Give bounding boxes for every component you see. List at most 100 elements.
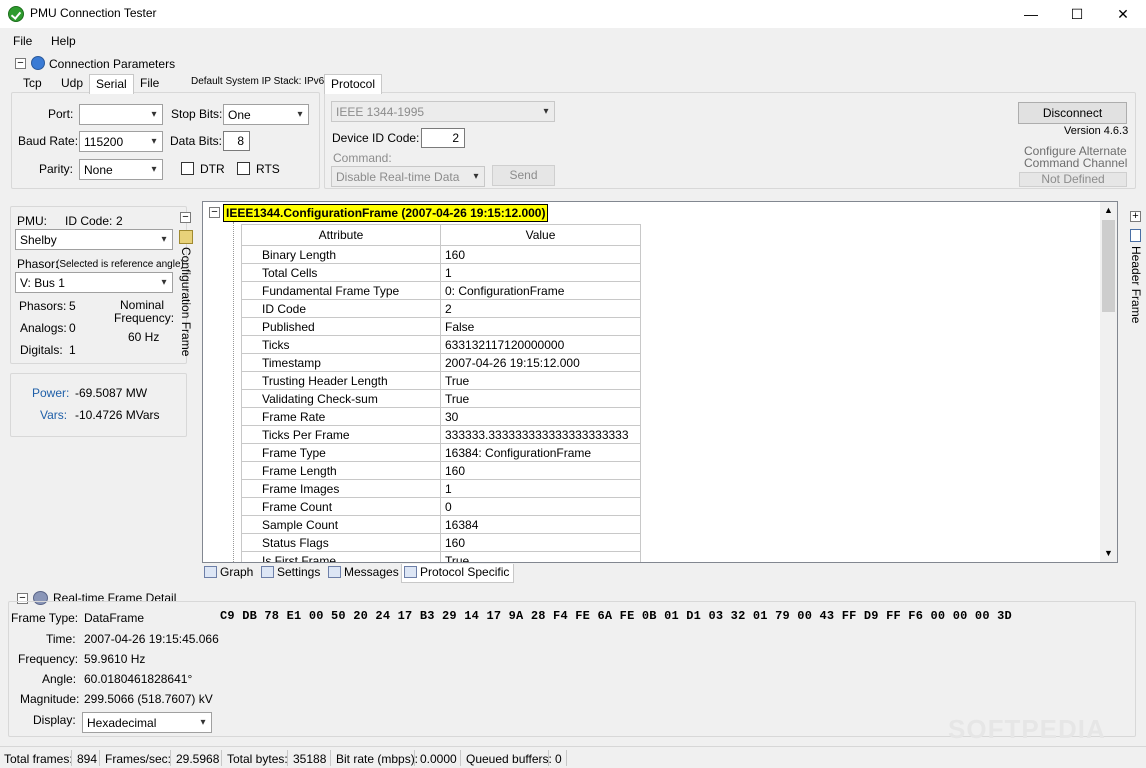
protocol-select[interactable]: IEEE 1344-1995 ▾ xyxy=(331,101,555,122)
rts-checkbox[interactable] xyxy=(237,162,250,175)
table-row[interactable]: Ticks Per Frame 333333.333333333333333333… xyxy=(241,425,641,444)
scrollbar-thumb[interactable] xyxy=(1102,220,1115,312)
chevron-down-icon: ▾ xyxy=(297,109,303,120)
chevron-down-icon: ▾ xyxy=(151,164,157,175)
value-cell: 0: ConfigurationFrame xyxy=(440,281,641,300)
collapse-connection-button[interactable]: − xyxy=(15,58,26,69)
command-select[interactable]: Disable Real-time Data ▾ xyxy=(331,166,485,187)
tab-messages[interactable]: Messages xyxy=(326,564,403,583)
port-select[interactable]: ▾ xyxy=(79,104,163,125)
vertical-scrollbar[interactable]: ▲ ▼ xyxy=(1100,202,1117,562)
table-row[interactable]: Frame Rate 30 xyxy=(241,407,641,426)
close-button[interactable]: ✕ xyxy=(1100,0,1146,28)
ip-stack-label: Default System IP Stack: IPv6 xyxy=(191,76,325,87)
scroll-down-icon[interactable]: ▼ xyxy=(1104,548,1113,558)
table-row[interactable]: Is First Frame True xyxy=(241,551,641,562)
table-row[interactable]: Frame Type 16384: ConfigurationFrame xyxy=(241,443,641,462)
id-code-value: 2 xyxy=(116,214,123,228)
table-row[interactable]: Fundamental Frame Type 0: ConfigurationFr… xyxy=(241,281,641,300)
tab-protocol-specific[interactable]: Protocol Specific xyxy=(401,564,515,583)
expand-header-frame-button[interactable]: + xyxy=(1130,211,1141,222)
table-row[interactable]: Frame Images 1 xyxy=(241,479,641,498)
connection-parameters-title: Connection Parameters xyxy=(49,57,176,71)
menu-file[interactable]: File xyxy=(13,34,32,48)
stop-bits-select[interactable]: One ▾ xyxy=(223,104,309,125)
power-label: Power: xyxy=(32,386,70,400)
queued-value: 0 xyxy=(555,752,562,766)
phasors-label: Phasors: xyxy=(19,299,67,313)
dtr-checkbox[interactable] xyxy=(181,162,194,175)
stop-bits-label: Stop Bits: xyxy=(171,107,223,121)
not-defined-button[interactable]: Not Defined xyxy=(1019,172,1127,187)
table-row[interactable]: Total Cells 1 xyxy=(241,263,641,282)
value-cell: False xyxy=(440,317,641,336)
value-cell: 2 xyxy=(440,299,641,318)
tab-header-frame[interactable]: Header Frame xyxy=(1129,246,1143,323)
table-row[interactable]: Validating Check-sum True xyxy=(241,389,641,408)
table-row[interactable]: Trusting Header Length True xyxy=(241,371,641,390)
digitals-value: 1 xyxy=(69,343,76,357)
value-cell: 16384: ConfigurationFrame xyxy=(440,443,641,462)
tab-tcp[interactable]: Tcp xyxy=(17,74,48,94)
scroll-up-icon[interactable]: ▲ xyxy=(1104,205,1113,215)
time-label: Time: xyxy=(46,632,76,646)
table-row[interactable]: Sample Count 16384 xyxy=(241,515,641,534)
table-row[interactable]: Published False xyxy=(241,317,641,336)
table-row[interactable]: Frame Length 160 xyxy=(241,461,641,480)
status-bar: Total frames: 894 Frames/sec: 29.5968 To… xyxy=(0,746,1146,768)
attribute-cell: Frame Count xyxy=(241,497,441,516)
tab-udp[interactable]: Udp xyxy=(55,74,89,94)
tree-collapse-button[interactable]: − xyxy=(209,207,220,218)
phasor-select[interactable]: V: Bus 1 ▾ xyxy=(15,272,173,293)
title-bar: PMU Connection Tester — ☐ ✕ xyxy=(0,0,1146,28)
attribute-cell: Timestamp xyxy=(241,353,441,372)
display-select[interactable]: Hexadecimal ▾ xyxy=(82,712,212,733)
table-row[interactable]: Frame Count 0 xyxy=(241,497,641,516)
value-cell: 0 xyxy=(440,497,641,516)
configuration-tree[interactable]: − IEEE1344.ConfigurationFrame (2007-04-2… xyxy=(202,201,1118,563)
magnitude-label: Magnitude: xyxy=(20,692,80,706)
table-row[interactable]: Binary Length 160 xyxy=(241,245,641,264)
menu-bar: File Help xyxy=(0,30,1146,52)
table-row[interactable]: Status Flags 160 xyxy=(241,533,641,552)
version-label: Version 4.6.3 xyxy=(1064,125,1129,137)
tab-configuration-frame[interactable]: Configuration Frame xyxy=(179,247,193,356)
table-row[interactable]: Timestamp 2007-04-26 19:15:12.000 xyxy=(241,353,641,372)
attribute-grid: Attribute Value Binary Length 160 Total Ce… xyxy=(241,224,641,562)
messages-icon xyxy=(328,566,341,578)
minimize-button[interactable]: — xyxy=(1008,0,1054,28)
value-cell: True xyxy=(440,389,641,408)
tree-root-node[interactable]: IEEE1344.ConfigurationFrame (2007-04-26 … xyxy=(223,204,549,222)
attribute-cell: Ticks xyxy=(241,335,441,354)
attribute-cell: Frame Length xyxy=(241,461,441,480)
chevron-down-icon: ▾ xyxy=(473,171,479,182)
analogs-label: Analogs: xyxy=(20,321,67,335)
table-row[interactable]: Ticks 633132117120000000 xyxy=(241,335,641,354)
maximize-button[interactable]: ☐ xyxy=(1054,0,1100,28)
rts-label: RTS xyxy=(256,162,280,176)
collapse-config-frame-button[interactable]: − xyxy=(180,212,191,223)
table-row[interactable]: ID Code 2 xyxy=(241,299,641,318)
column-header-attribute[interactable]: Attribute xyxy=(241,224,441,246)
tab-protocol[interactable]: Protocol xyxy=(324,74,383,94)
baud-rate-select[interactable]: 115200 ▾ xyxy=(79,131,163,152)
tab-graph[interactable]: Graph xyxy=(202,564,257,583)
pmu-select[interactable]: Shelby ▾ xyxy=(15,229,173,250)
protocol-specific-icon xyxy=(404,566,417,578)
tab-file[interactable]: File xyxy=(134,74,165,94)
phasor-label: Phasor: xyxy=(17,257,59,271)
nominal-frequency-value: 60 Hz xyxy=(128,330,160,344)
menu-help[interactable]: Help xyxy=(51,34,76,48)
tab-serial[interactable]: Serial xyxy=(89,74,134,94)
device-id-input[interactable]: 2 xyxy=(421,128,465,148)
data-bits-input[interactable]: 8 xyxy=(223,131,250,151)
disconnect-button[interactable]: Disconnect xyxy=(1018,102,1127,124)
column-header-value[interactable]: Value xyxy=(440,224,641,246)
total-frames-value: 894 xyxy=(77,752,98,766)
parity-select[interactable]: None ▾ xyxy=(79,159,163,180)
value-cell: 160 xyxy=(440,245,641,264)
chevron-down-icon: ▾ xyxy=(161,234,167,245)
tab-settings[interactable]: Settings xyxy=(259,564,324,583)
send-button[interactable]: Send xyxy=(492,165,555,186)
frame-type-label: Frame Type: xyxy=(11,611,79,625)
